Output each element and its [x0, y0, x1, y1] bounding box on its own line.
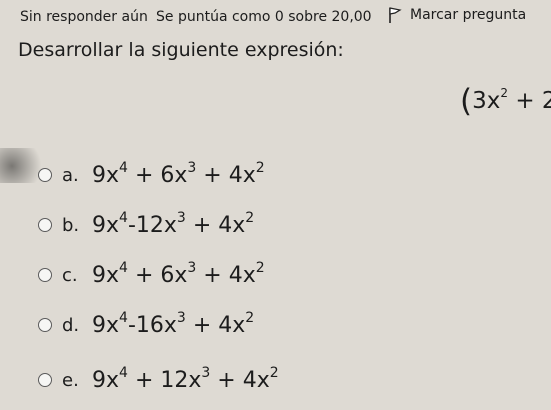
option-letter: a. — [62, 165, 79, 186]
radio-button-icon[interactable] — [38, 268, 52, 282]
option-answer: 9x4 + 6x3 + 4x2 — [92, 160, 265, 188]
question-info-bar: Sin responder aún Se puntúa como 0 sobre… — [0, 0, 551, 34]
radio-button-icon[interactable] — [38, 168, 52, 182]
option-letter: b. — [62, 215, 80, 236]
expression-exponent-1: 2 — [500, 86, 508, 100]
option-answer: 9x4 + 6x3 + 4x2 — [92, 260, 265, 288]
option-letter: c. — [62, 265, 78, 286]
question-text: Desarrollar la siguiente expresión: — [18, 39, 344, 61]
quiz-page: Sin responder aún Se puntúa como 0 sobre… — [0, 0, 551, 410]
answer-status: Sin responder aún — [20, 9, 148, 25]
radio-button-icon[interactable] — [38, 373, 52, 387]
expression-term-2: + 2x — [515, 88, 551, 114]
option-letter: e. — [62, 370, 79, 391]
expression-term-1: 3x — [472, 88, 501, 114]
math-expression: (3x2 + 2x)2 — [460, 83, 551, 119]
option-letter: d. — [62, 315, 80, 336]
flag-question-link[interactable]: Marcar pregunta — [388, 6, 526, 24]
score-text: Se puntúa como 0 sobre 20,00 — [156, 9, 372, 25]
radio-button-icon[interactable] — [38, 218, 52, 232]
radio-button-icon[interactable] — [38, 318, 52, 332]
option-answer: 9x4 + 12x3 + 4x2 — [92, 365, 279, 393]
option-answer: 9x4-12x3 + 4x2 — [92, 210, 255, 238]
flag-label: Marcar pregunta — [410, 7, 527, 23]
flag-icon — [389, 7, 402, 23]
option-answer: 9x4-16x3 + 4x2 — [92, 310, 255, 338]
